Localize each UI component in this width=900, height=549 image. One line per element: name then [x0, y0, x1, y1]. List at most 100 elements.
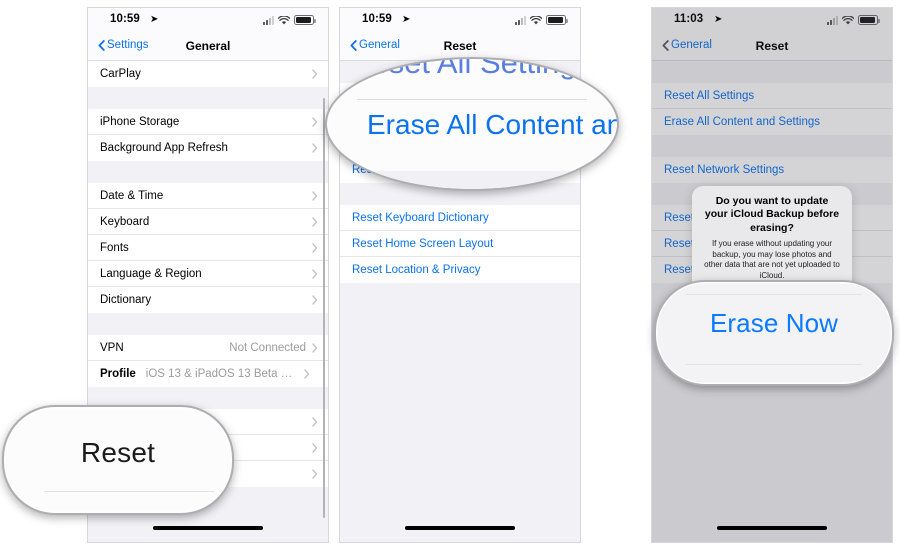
scrollbar[interactable]	[322, 98, 325, 518]
chevron-right-icon	[312, 342, 318, 353]
chevron-right-icon	[312, 242, 318, 253]
cellular-bars-icon	[263, 16, 274, 25]
status-bar: 11:03 ➤	[652, 8, 892, 34]
chevron-right-icon	[312, 116, 318, 127]
chevron-right-icon	[312, 268, 318, 279]
table-row[interactable]: Keyboard	[88, 209, 328, 235]
nav-bar: Settings General	[88, 34, 328, 61]
status-time: 10:59	[362, 13, 392, 25]
magnified-separator	[686, 364, 862, 365]
table-row[interactable]: Date & Time	[88, 183, 328, 209]
table-row-profile[interactable]: Profile iOS 13 & iPadOS 13 Beta Software…	[88, 361, 328, 387]
settings-group: VPN Not Connected Profile iOS 13 & iPadO…	[88, 335, 328, 387]
table-row[interactable]: CarPlay	[88, 61, 328, 87]
settings-group: Date & Time Keyboard Fonts Language & Re…	[88, 183, 328, 313]
wifi-icon	[842, 16, 854, 25]
row-label: Fonts	[100, 241, 129, 254]
chevron-right-icon	[312, 295, 318, 305]
home-indicator[interactable]	[153, 526, 263, 530]
row-value: iOS 13 & iPadOS 13 Beta Software Pr…	[145, 368, 302, 380]
row-label: Erase All Content and Settings	[664, 116, 820, 128]
row-label: Reset All Settings	[664, 89, 755, 102]
magnified-label-reset: Reset	[80, 437, 156, 468]
magnifier-content: Erase Now	[656, 282, 892, 384]
status-bar: 10:59 ➤	[88, 8, 328, 34]
row-label: CarPlay	[100, 68, 141, 80]
status-icons	[263, 15, 316, 25]
group-separator	[88, 161, 328, 183]
alert-message: If you erase without updating your backu…	[704, 239, 840, 280]
row-label: iPhone Storage	[100, 115, 180, 128]
cellular-bars-icon	[827, 16, 838, 25]
page-title: General	[185, 39, 231, 53]
reset-location-privacy-row[interactable]: Reset Location & Privacy	[340, 257, 580, 283]
status-time: 11:03	[674, 13, 704, 25]
table-row[interactable]: Language & Region	[88, 261, 328, 287]
reset-keyboard-dictionary-row[interactable]: Reset Keyboard Dictionary	[340, 205, 580, 231]
home-indicator[interactable]	[717, 526, 827, 530]
row-label: Background App Refresh	[100, 142, 228, 154]
status-icons	[827, 15, 880, 25]
screenshot-stage: 10:59 ➤ Settings General CarPlay iPhone …	[0, 0, 900, 549]
table-row[interactable]: Background App Refresh	[88, 135, 328, 161]
battery-icon	[546, 15, 568, 25]
battery-icon	[294, 15, 316, 25]
chevron-right-icon	[312, 216, 318, 227]
erase-all-content-row[interactable]: Erase All Content and Settings	[652, 109, 892, 135]
reset-network-settings-row[interactable]: Reset Network Settings	[652, 157, 892, 183]
home-indicator[interactable]	[405, 526, 515, 530]
row-label: Profile	[100, 368, 136, 380]
settings-group: Reset Keyboard Dictionary Reset Home Scr…	[340, 205, 580, 283]
magnified-separator	[357, 99, 587, 100]
reset-all-settings-row[interactable]: Reset All Settings	[652, 83, 892, 109]
status-bar: 10:59 ➤	[340, 8, 580, 34]
settings-group: iPhone Storage Background App Refresh	[88, 109, 328, 161]
group-separator	[652, 135, 892, 157]
chevron-right-icon	[312, 69, 318, 79]
group-separator	[340, 283, 580, 305]
settings-group: Reset Network Settings	[652, 157, 892, 183]
group-separator	[652, 61, 892, 83]
table-row[interactable]: Fonts	[88, 235, 328, 261]
table-row[interactable]: Dictionary	[88, 287, 328, 313]
nav-bar: General Reset	[652, 34, 892, 61]
chevron-right-icon	[312, 442, 318, 453]
chevron-right-icon	[312, 143, 318, 153]
group-separator	[88, 313, 328, 335]
chevron-right-icon	[304, 369, 310, 379]
magnified-separator	[44, 491, 214, 492]
location-arrow-icon: ➤	[150, 14, 159, 25]
row-label: Reset Home Screen Layout	[352, 237, 494, 250]
location-arrow-icon: ➤	[714, 14, 723, 25]
magnifier-content: Reset	[4, 407, 232, 513]
wifi-icon	[278, 16, 290, 25]
wifi-icon	[530, 16, 542, 25]
row-label: Date & Time	[100, 189, 164, 202]
settings-group: Reset All Settings Erase All Content and…	[652, 83, 892, 135]
row-label: Reset Location & Privacy	[352, 264, 481, 276]
settings-group: CarPlay	[88, 61, 328, 87]
phone-erase-confirm-screen: 11:03 ➤ General Reset Reset All Settings…	[652, 8, 892, 542]
row-label: Reset Network Settings	[664, 164, 785, 176]
status-icons	[515, 15, 568, 25]
table-row[interactable]: iPhone Storage	[88, 109, 328, 135]
row-value: Not Connected	[229, 341, 306, 354]
phone-erase-confirm: 11:03 ➤ General Reset Reset All Settings…	[652, 8, 892, 542]
chevron-right-icon	[312, 416, 318, 427]
table-row-vpn[interactable]: VPN Not Connected	[88, 335, 328, 361]
row-label: Dictionary	[100, 294, 152, 306]
cellular-bars-icon	[515, 16, 526, 25]
group-separator	[88, 87, 328, 109]
reset-home-screen-layout-row[interactable]: Reset Home Screen Layout	[340, 231, 580, 257]
magnified-label-erase-now: Erase Now	[709, 308, 839, 338]
magnifier-content: Reset All Settings Erase All Content an	[327, 59, 617, 189]
row-label: Language & Region	[100, 267, 202, 280]
status-time: 10:59	[110, 13, 140, 25]
magnifier-reset: Reset	[2, 405, 234, 515]
magnified-label-reset-all-settings: Reset All Settings	[349, 59, 592, 80]
magnified-separator	[686, 294, 862, 295]
alert-title: Do you want to update your iCloud Backup…	[704, 195, 840, 234]
page-title: Reset	[443, 39, 477, 53]
battery-icon	[858, 15, 880, 25]
page-title: Reset	[755, 39, 789, 53]
